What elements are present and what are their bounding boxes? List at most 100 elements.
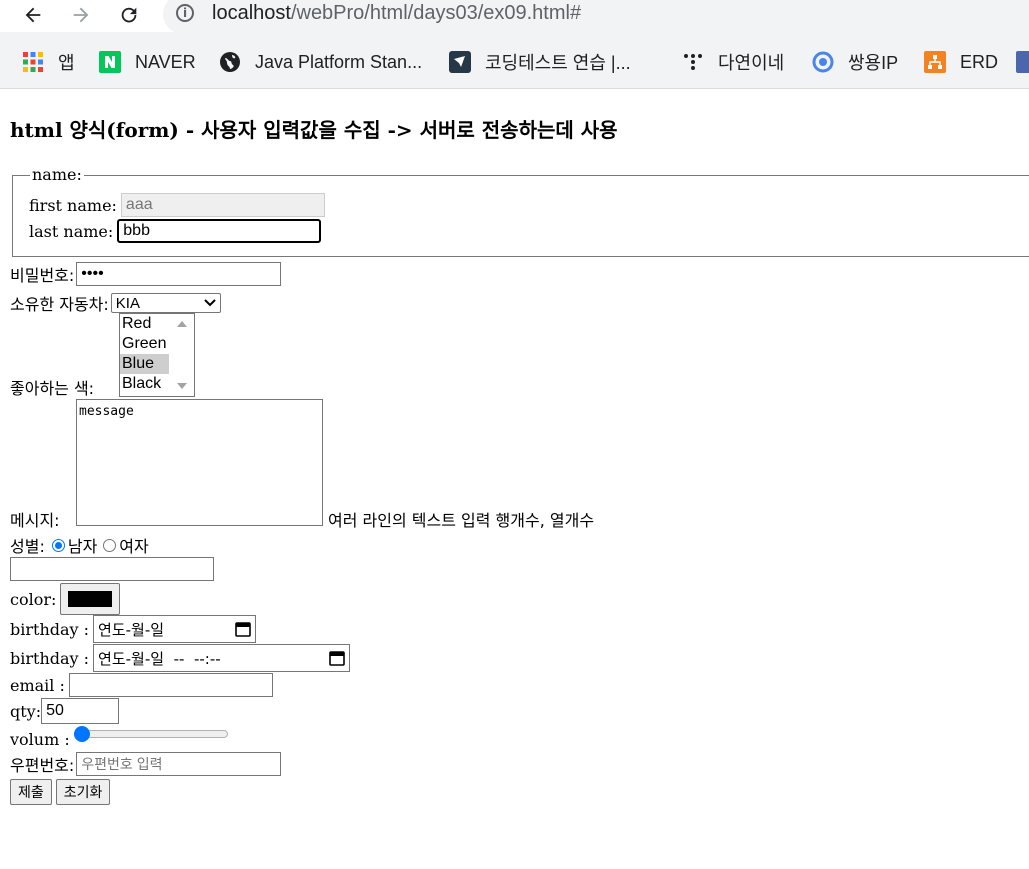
last-name-row: last name: [29, 219, 322, 243]
url-path: /webPro/html/days03/ex09.html# [290, 2, 582, 24]
volume-slider-track[interactable] [74, 730, 228, 738]
password-input[interactable] [76, 262, 282, 286]
birthday-datetime-row: birthday : 연도-월-일 -- --:-- [10, 644, 351, 672]
birthday-label: birthday : [10, 648, 90, 668]
bookmark-naver[interactable]: NAVER [99, 50, 196, 74]
birthday-datetime-input[interactable]: 연도-월-일 -- --:-- [93, 644, 351, 672]
url-host: localhost [212, 2, 291, 24]
last-name-label: last name: [29, 221, 114, 241]
first-name-label: first name: [29, 195, 117, 215]
gender-label: 성별: [10, 537, 45, 556]
ip-icon [812, 51, 834, 73]
bookmarks-bar: 앱 NAVER Java Platform Stan... 코딩테스트 연습 |… [0, 32, 1029, 89]
erd-icon [924, 51, 946, 73]
form-buttons: 제출 초기화 [10, 779, 114, 805]
car-selected-value: KIA [115, 294, 140, 312]
forward-arrow-icon [73, 7, 89, 23]
first-name-input[interactable] [120, 193, 325, 217]
info-icon[interactable]: i [176, 4, 194, 22]
reload-icon [121, 7, 137, 23]
bookmark-label: 다연이네 [718, 53, 785, 73]
calendar-icon[interactable] [329, 650, 345, 666]
email-label: email : [10, 675, 65, 695]
bookmark-dayeon[interactable]: 다연이네 [682, 50, 784, 74]
listbox-option[interactable]: Green [120, 334, 169, 354]
birthday-label: birthday : [10, 619, 90, 639]
password-row: 비밀번호: [10, 262, 282, 286]
email-input[interactable] [68, 673, 273, 697]
bookmark-label: 쌍용IP [848, 53, 899, 73]
volume-label: volum : [10, 730, 70, 749]
bookmark-ssangyong-ip[interactable]: 쌍용IP [812, 50, 898, 74]
datetime-placeholder: 연도-월-일 -- --:-- [98, 649, 221, 668]
color-listbox[interactable]: Red Green Blue Black [119, 313, 195, 397]
url-text[interactable]: localhost/webPro/html/days03/ex09.html# [212, 2, 581, 25]
bookmark-label: 앱 [58, 53, 75, 73]
scroll-up-icon[interactable] [176, 320, 188, 328]
gender-female-label[interactable]: 여자 [119, 533, 148, 557]
naver-logo-icon [99, 51, 121, 73]
back-arrow-icon [25, 7, 41, 23]
listbox-option[interactable]: Red [120, 314, 169, 334]
gender-row: 성별: 남자 여자 [10, 533, 149, 557]
name-legend: name: [30, 165, 84, 184]
bookmark-label: ERD [960, 51, 999, 72]
listbox-option[interactable]: Black [120, 374, 169, 394]
gender-male-label[interactable]: 남자 [68, 533, 97, 557]
globe-icon [219, 51, 241, 73]
color-picker[interactable] [60, 583, 121, 615]
dots-icon [682, 51, 704, 73]
message-label: 메시지: [10, 511, 60, 530]
bookmark-icon [1016, 51, 1029, 73]
chevron-down-icon [204, 299, 216, 307]
bookmark-label: Java Platform Stan... [255, 51, 423, 72]
color-row: color: [10, 583, 121, 615]
color-label: color: [10, 589, 57, 609]
bookmark-label: NAVER [135, 51, 196, 72]
coding-test-icon [449, 51, 471, 73]
last-name-input[interactable] [117, 219, 322, 243]
listbox-option-selected[interactable]: Blue [120, 354, 169, 374]
scroll-down-icon[interactable] [176, 382, 188, 390]
apps-grid-icon [22, 51, 44, 73]
reset-button[interactable]: 초기화 [55, 779, 111, 805]
car-label: 소유한 자동차: [10, 295, 109, 314]
color-swatch [68, 591, 113, 607]
gender-female-radio[interactable] [103, 538, 117, 552]
zip-row: 우편번호: [10, 752, 282, 776]
page-title: html 양식(form) - 사용자 입력값을 수집 -> 서버로 전송하는데… [10, 118, 618, 142]
birthday-date-row: birthday : 연도-월-일 [10, 615, 257, 643]
page-content: html 양식(form) - 사용자 입력값을 수집 -> 서버로 전송하는데… [0, 89, 1029, 869]
volume-slider-thumb[interactable] [74, 726, 90, 742]
address-bar: i localhost/webPro/html/days03/ex09.html… [0, 0, 1029, 34]
unlabeled-text-input[interactable] [10, 557, 214, 581]
message-textarea[interactable]: message [76, 399, 323, 526]
birthday-date-input[interactable]: 연도-월-일 [93, 615, 257, 643]
zip-label: 우편번호: [10, 756, 75, 775]
bookmark-label: 코딩테스트 연습 |... [485, 53, 631, 73]
back-button[interactable] [18, 0, 48, 30]
listbox-scrollbar[interactable] [170, 314, 194, 396]
submit-button[interactable]: 제출 [10, 779, 52, 805]
password-label: 비밀번호: [10, 266, 75, 285]
message-note: 여러 라인의 텍스트 입력 행개수, 열개수 [328, 511, 595, 530]
gender-male-radio[interactable] [51, 538, 65, 552]
date-placeholder: 연도-월-일 [98, 620, 165, 639]
calendar-icon[interactable] [235, 621, 251, 637]
bookmark-coding-test[interactable]: 코딩테스트 연습 |... [449, 50, 631, 74]
forward-button[interactable] [66, 0, 96, 30]
bookmark-overflow[interactable] [1016, 50, 1029, 74]
zip-input[interactable] [76, 752, 282, 776]
car-select[interactable]: KIA [110, 293, 221, 313]
qty-label: qty: [10, 701, 42, 721]
car-row: 소유한 자동차: KIA [10, 291, 221, 315]
first-name-row: first name: [29, 193, 325, 217]
email-row: email : [10, 673, 273, 697]
qty-input[interactable] [41, 698, 120, 724]
reload-button[interactable] [114, 0, 144, 30]
bookmark-apps[interactable]: 앱 [22, 50, 75, 74]
bookmark-erd[interactable]: ERD [924, 50, 998, 74]
color-list-label: 좋아하는 색: [10, 379, 95, 398]
qty-row: qty: [10, 698, 120, 724]
bookmark-java[interactable]: Java Platform Stan... [219, 50, 422, 74]
